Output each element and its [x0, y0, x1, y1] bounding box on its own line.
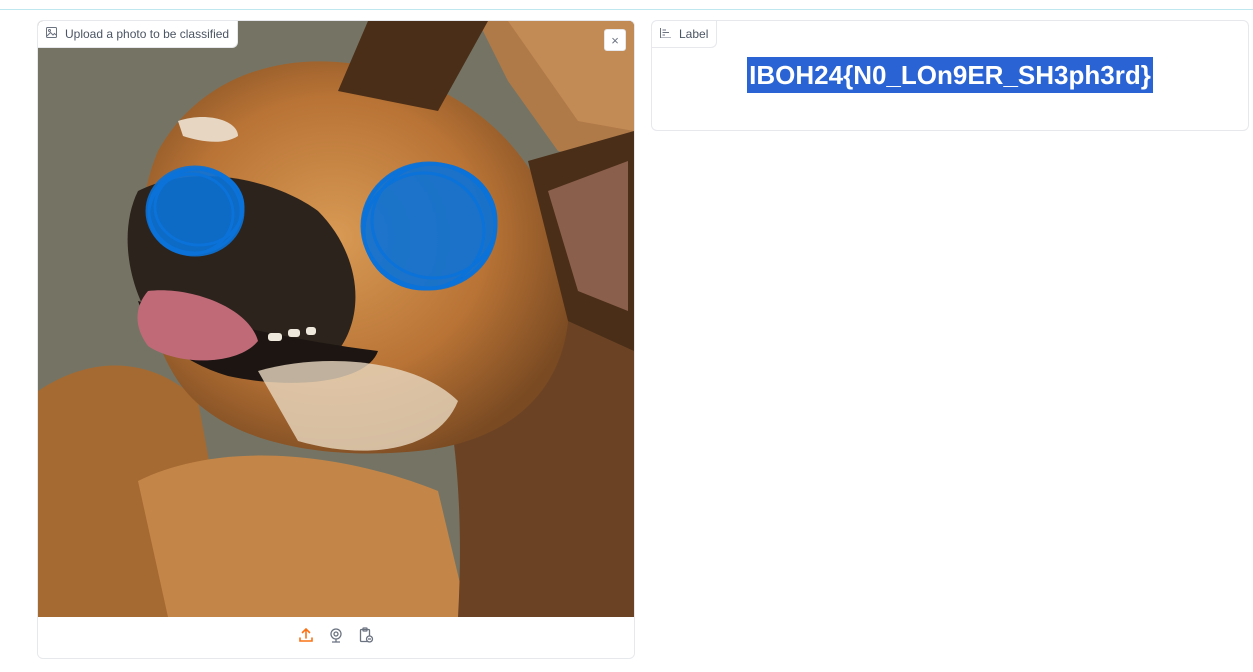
clipboard-source-button[interactable]: [356, 627, 376, 648]
dog-photo: [38, 21, 634, 617]
label-output-panel: Label IBOH24{N0_LOn9ER_SH3ph3rd}: [651, 20, 1249, 131]
label-tag-text: Label: [679, 27, 709, 41]
clipboard-icon: [358, 627, 374, 648]
clear-image-button[interactable]: ×: [604, 29, 626, 51]
image-source-toolbar: [38, 617, 634, 658]
bar-chart-icon: [660, 27, 671, 41]
upload-icon: [298, 627, 314, 648]
upload-label-tag: Upload a photo to be classified: [38, 21, 239, 48]
image-icon: [46, 27, 57, 41]
upload-label-text: Upload a photo to be classified: [65, 27, 230, 41]
webcam-source-button[interactable]: [326, 628, 346, 648]
predicted-label: IBOH24{N0_LOn9ER_SH3ph3rd}: [747, 57, 1153, 93]
webcam-icon: [328, 627, 344, 648]
upload-source-button[interactable]: [296, 627, 316, 648]
image-upload-panel[interactable]: Upload a photo to be classified ×: [37, 20, 635, 659]
label-tag: Label: [652, 21, 718, 48]
close-icon: ×: [611, 32, 619, 48]
top-border: [0, 0, 1253, 10]
